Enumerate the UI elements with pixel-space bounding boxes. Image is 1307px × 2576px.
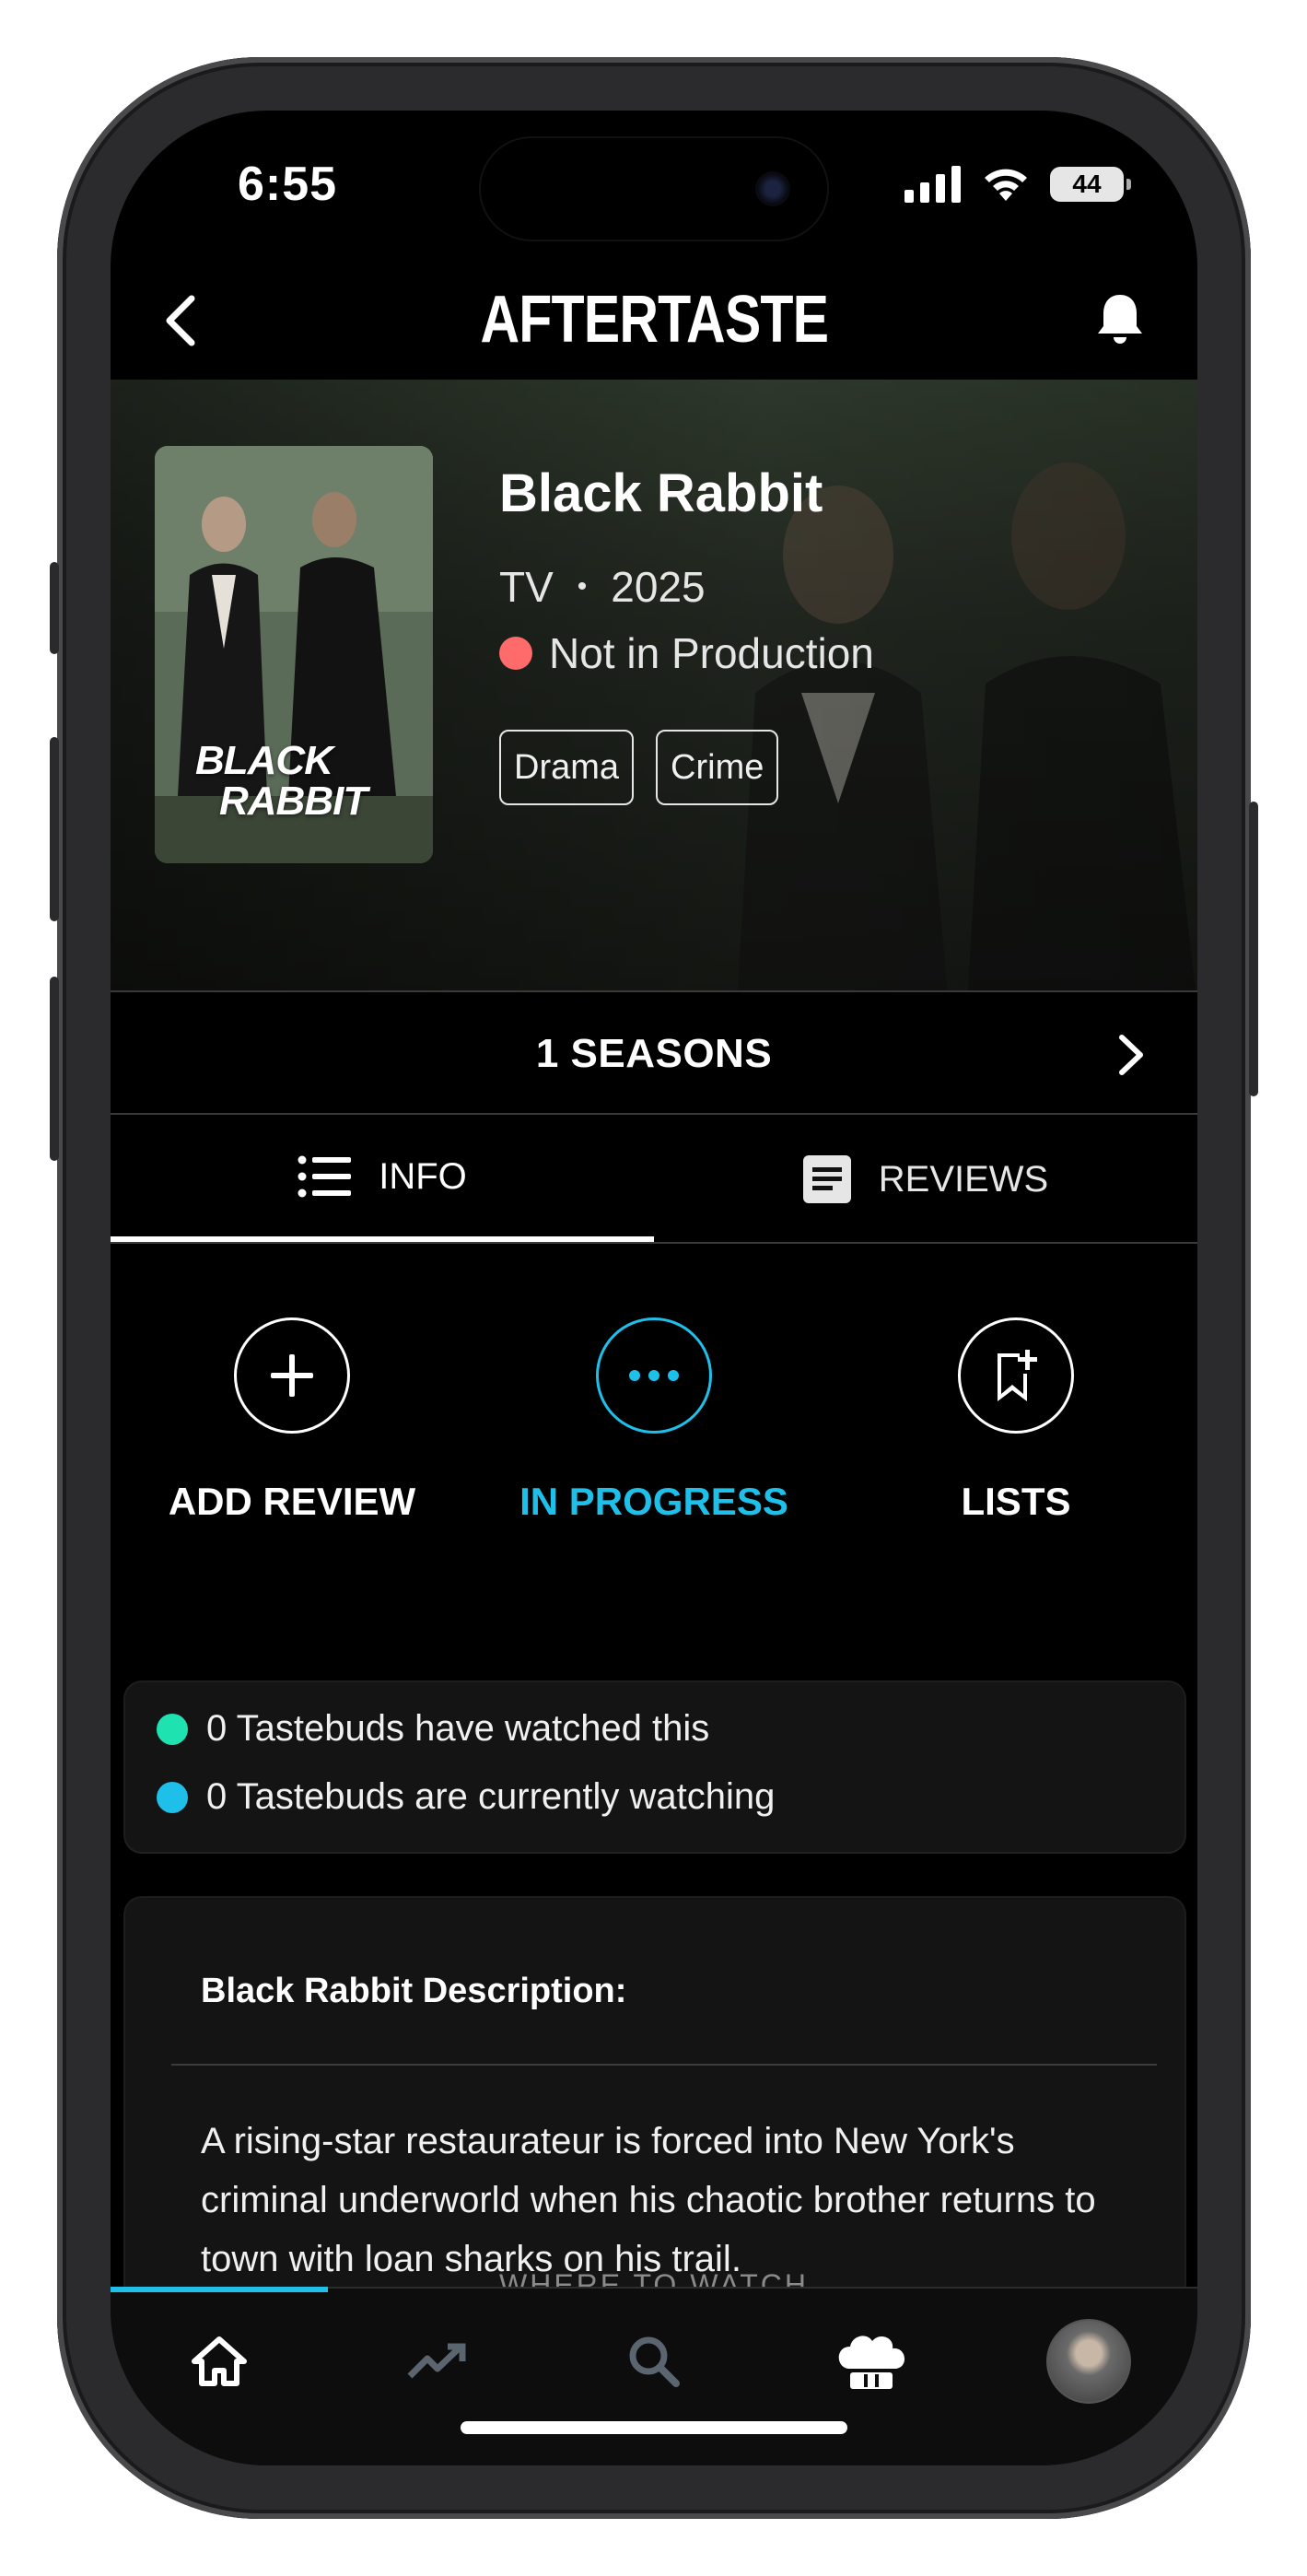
more-dots-icon [629, 1370, 679, 1381]
tab-bar: INFO REVIEWS [111, 1117, 1197, 1244]
genre-chip[interactable]: Drama [499, 730, 635, 805]
nav-chef[interactable] [763, 2322, 980, 2401]
tastebuds-watching-text: 0 Tastebuds are currently watching [206, 1776, 776, 1817]
bell-icon[interactable] [1091, 289, 1149, 348]
in-progress-circle [596, 1317, 712, 1434]
description-text: A rising-star restaurateur is forced int… [201, 2121, 1096, 2279]
list-icon [298, 1155, 352, 1198]
tastebuds-watched-text: 0 Tastebuds have watched this [206, 1708, 710, 1749]
show-title: Black Rabbit [499, 463, 823, 523]
bottom-nav [111, 2287, 1197, 2465]
nav-trending[interactable] [328, 2322, 545, 2401]
scroll-progress-bar [111, 2287, 328, 2292]
description-title: Black Rabbit Description: [201, 1972, 627, 2010]
add-review-button[interactable]: ADD REVIEW [111, 1244, 473, 1524]
where-to-watch-heading: WHERE TO WATCH [499, 2268, 809, 2289]
tab-reviews-label: REVIEWS [878, 1158, 1049, 1200]
poster-logo-line2: RABBIT [219, 779, 368, 824]
tab-info-label: INFO [379, 1155, 467, 1197]
lists-circle [958, 1317, 1074, 1434]
add-review-label: ADD REVIEW [168, 1480, 416, 1523]
tastebuds-card: 0 Tastebuds have watched this 0 Tastebud… [125, 1682, 1184, 1852]
description-divider [171, 2064, 1157, 2066]
volume-down-button [50, 977, 59, 1161]
app-title: AFTERTASTE [480, 283, 829, 357]
home-indicator [461, 2421, 847, 2434]
volume-up-button [50, 737, 59, 921]
tastebuds-watching: 0 Tastebuds are currently watching [157, 1776, 775, 1818]
chef-hat-icon [838, 2336, 905, 2389]
show-poster[interactable]: BLACK RABBIT [155, 446, 433, 863]
lists-label: LISTS [961, 1480, 1071, 1523]
lists-button[interactable]: LISTS [834, 1244, 1197, 1524]
watched-dot [157, 1713, 188, 1745]
plus-icon [271, 1354, 313, 1397]
back-icon[interactable] [155, 293, 210, 348]
show-hero: BLACK RABBIT Black Rabbit TV • 2025 Not … [111, 380, 1197, 992]
wifi-icon [985, 169, 1027, 201]
dynamic-island [481, 138, 827, 240]
document-icon [802, 1155, 851, 1203]
power-button [1249, 802, 1258, 1096]
action-row: ADD REVIEW IN PROGRESS LISTS [111, 1244, 1197, 1649]
poster-logo: BLACK RABBIT [195, 738, 368, 824]
trending-icon [407, 2343, 466, 2379]
nav-profile[interactable] [980, 2319, 1197, 2404]
camera-icon [755, 171, 790, 206]
nav-search[interactable] [545, 2322, 763, 2401]
show-type: TV [499, 563, 554, 611]
status-icons: 44 [904, 166, 1131, 203]
genre-chip[interactable]: Crime [656, 730, 779, 805]
in-progress-button[interactable]: IN PROGRESS [473, 1244, 835, 1524]
meta-separator: • [577, 571, 588, 602]
signal-icon [904, 166, 961, 203]
poster-logo-line1: BLACK [195, 738, 333, 783]
status-dot [499, 637, 532, 670]
nav-home[interactable] [111, 2322, 328, 2401]
home-icon [192, 2336, 247, 2386]
search-icon [629, 2336, 680, 2387]
action-button [50, 562, 59, 654]
add-review-circle [234, 1317, 350, 1434]
genre-list: Drama Crime [499, 730, 779, 805]
tastebuds-watched: 0 Tastebuds have watched this [157, 1708, 709, 1750]
show-meta: TV • 2025 [499, 562, 706, 612]
chevron-right-icon [1119, 1035, 1143, 1075]
tab-info[interactable]: INFO [111, 1117, 654, 1242]
production-status-label: Not in Production [549, 629, 874, 677]
avatar [1046, 2319, 1131, 2404]
status-time: 6:55 [238, 158, 338, 211]
screen: 6:55 44 AFTERTASTE BLACK RABBIT Black Ra… [111, 111, 1197, 2465]
watching-dot [157, 1781, 188, 1813]
tab-reviews[interactable]: REVIEWS [654, 1117, 1197, 1242]
in-progress-label: IN PROGRESS [519, 1480, 788, 1523]
bookmark-add-icon [998, 1350, 1037, 1401]
production-status: Not in Production [499, 628, 874, 678]
battery-indicator: 44 [1050, 167, 1131, 202]
app-header: AFTERTASTE [111, 269, 1197, 370]
show-year: 2025 [611, 563, 706, 611]
seasons-row[interactable]: 1 SEASONS [111, 995, 1197, 1115]
seasons-label: 1 SEASONS [535, 1031, 773, 1076]
